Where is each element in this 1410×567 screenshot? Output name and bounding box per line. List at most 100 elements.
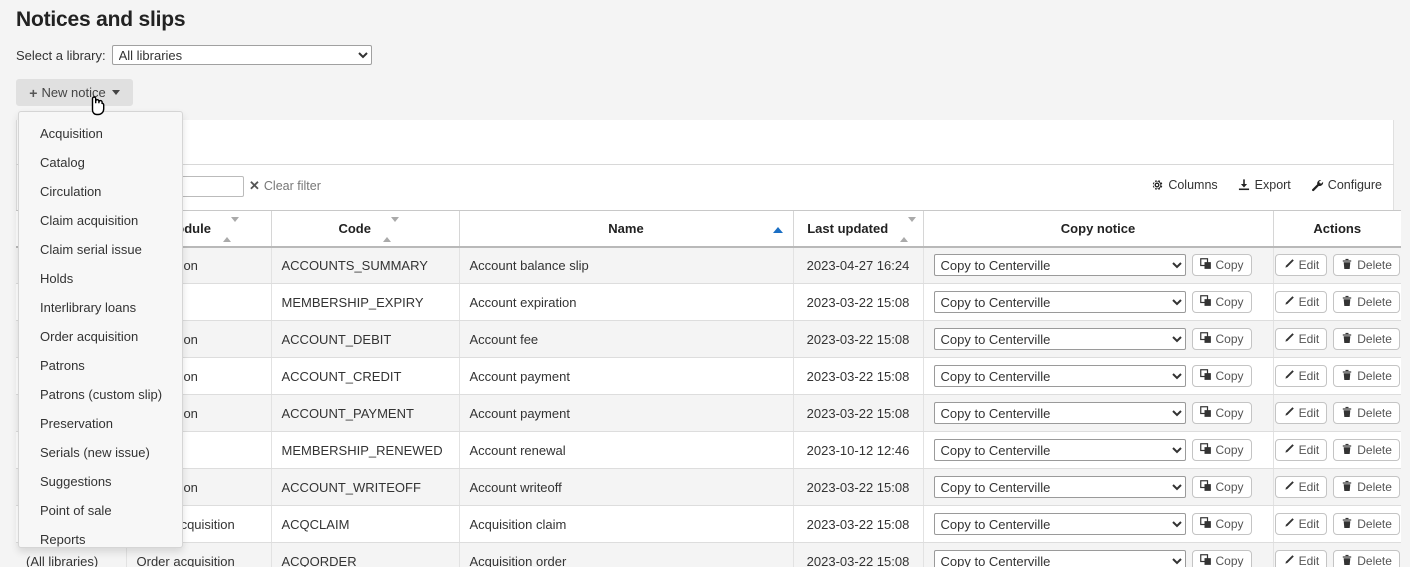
copy-icon — [1200, 517, 1212, 532]
edit-button[interactable]: Edit — [1275, 513, 1328, 535]
edit-button[interactable]: Edit — [1275, 439, 1328, 461]
chevron-down-icon — [112, 90, 120, 95]
copy-button[interactable]: Copy — [1192, 513, 1252, 535]
table-row: (All libraries)CirculationACCOUNT_PAYMEN… — [16, 395, 1401, 432]
copy-target-select[interactable]: Copy to Centerville — [934, 513, 1186, 535]
copy-target-select[interactable]: Copy to Centerville — [934, 254, 1186, 276]
column-header-last-updated[interactable]: Last updated — [793, 211, 923, 247]
delete-button-label: Delete — [1357, 517, 1392, 531]
cell-name: Acquisition order — [459, 543, 793, 567]
row-actions: EditDelete — [1284, 550, 1392, 567]
row-actions: EditDelete — [1284, 476, 1392, 498]
copy-button[interactable]: Copy — [1192, 550, 1252, 567]
dropdown-item[interactable]: Acquisition — [19, 119, 182, 148]
copy-button[interactable]: Copy — [1192, 402, 1252, 424]
delete-button-label: Delete — [1357, 406, 1392, 420]
delete-button[interactable]: Delete — [1333, 291, 1400, 313]
copy-button[interactable]: Copy — [1192, 365, 1252, 387]
delete-button[interactable]: Delete — [1333, 476, 1400, 498]
cell-last-updated: 2023-03-22 15:08 — [793, 543, 923, 567]
delete-button[interactable]: Delete — [1333, 365, 1400, 387]
delete-button-label: Delete — [1357, 332, 1392, 346]
copy-target-select[interactable]: Copy to Centerville — [934, 439, 1186, 461]
dropdown-item[interactable]: Order acquisition — [19, 322, 182, 351]
cell-code: MEMBERSHIP_RENEWED — [271, 432, 459, 469]
edit-button[interactable]: Edit — [1275, 254, 1328, 276]
cell-actions: EditDelete — [1273, 284, 1401, 321]
column-label: Name — [608, 221, 643, 236]
dropdown-item[interactable]: Patrons — [19, 351, 182, 380]
columns-button[interactable]: Columns — [1150, 178, 1217, 192]
copy-button[interactable]: Copy — [1192, 254, 1252, 276]
edit-button[interactable]: Edit — [1275, 291, 1328, 313]
copy-target-select[interactable]: Copy to Centerville — [934, 402, 1186, 424]
column-header-name[interactable]: Name — [459, 211, 793, 247]
notices-table: Library Module Code Name Last updated — [16, 210, 1401, 567]
delete-button[interactable]: Delete — [1333, 439, 1400, 461]
cell-copy-notice: Copy to Centerville Copy — [923, 358, 1273, 395]
cell-code: MEMBERSHIP_EXPIRY — [271, 284, 459, 321]
dropdown-item[interactable]: Claim acquisition — [19, 206, 182, 235]
copy-notice-controls: Copy to Centerville Copy — [934, 328, 1263, 350]
row-actions: EditDelete — [1284, 439, 1392, 461]
dropdown-item[interactable]: Serials (new issue) — [19, 438, 182, 467]
cell-last-updated: 2023-10-12 12:46 — [793, 432, 923, 469]
edit-button[interactable]: Edit — [1275, 365, 1328, 387]
copy-target-select[interactable]: Copy to Centerville — [934, 476, 1186, 498]
column-header-actions: Actions — [1273, 211, 1401, 247]
copy-button-label: Copy — [1216, 295, 1244, 309]
cell-last-updated: 2023-03-22 15:08 — [793, 358, 923, 395]
delete-button[interactable]: Delete — [1333, 550, 1400, 567]
column-header-code[interactable]: Code — [271, 211, 459, 247]
copy-icon — [1200, 406, 1212, 421]
delete-button[interactable]: Delete — [1333, 328, 1400, 350]
dropdown-item[interactable]: Interlibrary loans — [19, 293, 182, 322]
copy-target-select[interactable]: Copy to Centerville — [934, 291, 1186, 313]
sort-icon — [223, 222, 232, 237]
new-notice-button[interactable]: + New notice — [16, 79, 133, 106]
edit-button[interactable]: Edit — [1275, 550, 1328, 567]
copy-target-select[interactable]: Copy to Centerville — [934, 328, 1186, 350]
pencil-icon — [1283, 258, 1295, 273]
library-select[interactable]: All libraries — [112, 45, 372, 65]
cell-copy-notice: Copy to Centerville Copy — [923, 469, 1273, 506]
column-label: Copy notice — [1061, 221, 1135, 236]
copy-target-select[interactable]: Copy to Centerville — [934, 365, 1186, 387]
configure-button[interactable]: Configure — [1310, 178, 1382, 192]
row-actions: EditDelete — [1284, 328, 1392, 350]
edit-button[interactable]: Edit — [1275, 402, 1328, 424]
copy-button[interactable]: Copy — [1192, 291, 1252, 313]
edit-button[interactable]: Edit — [1275, 328, 1328, 350]
copy-button[interactable]: Copy — [1192, 328, 1252, 350]
dropdown-item[interactable]: Catalog — [19, 148, 182, 177]
cell-actions: Edit Delete — [1273, 321, 1401, 358]
dropdown-item[interactable]: Patrons (custom slip) — [19, 380, 182, 409]
cell-copy-notice: Copy to Centerville Copy — [923, 321, 1273, 358]
dropdown-item[interactable]: Holds — [19, 264, 182, 293]
copy-button[interactable]: Copy — [1192, 439, 1252, 461]
pencil-icon — [1283, 554, 1295, 567]
copy-button-label: Copy — [1216, 258, 1244, 272]
copy-notice-controls: Copy to Centerville Copy — [934, 550, 1263, 567]
cell-copy-notice: Copy to Centerville Copy — [923, 432, 1273, 469]
edit-button[interactable]: Edit — [1275, 476, 1328, 498]
clear-filter-button[interactable]: ✕ Clear filter — [249, 178, 321, 194]
delete-button[interactable]: Delete — [1333, 254, 1400, 276]
pencil-icon — [1283, 406, 1295, 421]
new-notice-dropdown-menu: AcquisitionCatalogCirculationClaim acqui… — [18, 111, 183, 548]
trash-icon — [1341, 369, 1353, 384]
copy-target-select[interactable]: Copy to Centerville — [934, 550, 1186, 567]
export-button[interactable]: Export — [1237, 178, 1291, 192]
dropdown-item[interactable]: Suggestions — [19, 467, 182, 496]
dropdown-item[interactable]: Claim serial issue — [19, 235, 182, 264]
delete-button[interactable]: Delete — [1333, 402, 1400, 424]
copy-button[interactable]: Copy — [1192, 476, 1252, 498]
dropdown-item[interactable]: Circulation — [19, 177, 182, 206]
dropdown-item[interactable]: Point of sale — [19, 496, 182, 525]
table-row: (All libraries)CirculationACCOUNTS_SUMMA… — [16, 247, 1401, 284]
dropdown-item[interactable]: Preservation — [19, 409, 182, 438]
copy-icon — [1200, 554, 1212, 567]
plus-icon: + — [29, 85, 37, 101]
delete-button[interactable]: Delete — [1333, 513, 1400, 535]
dropdown-item[interactable]: Reports — [19, 525, 182, 554]
